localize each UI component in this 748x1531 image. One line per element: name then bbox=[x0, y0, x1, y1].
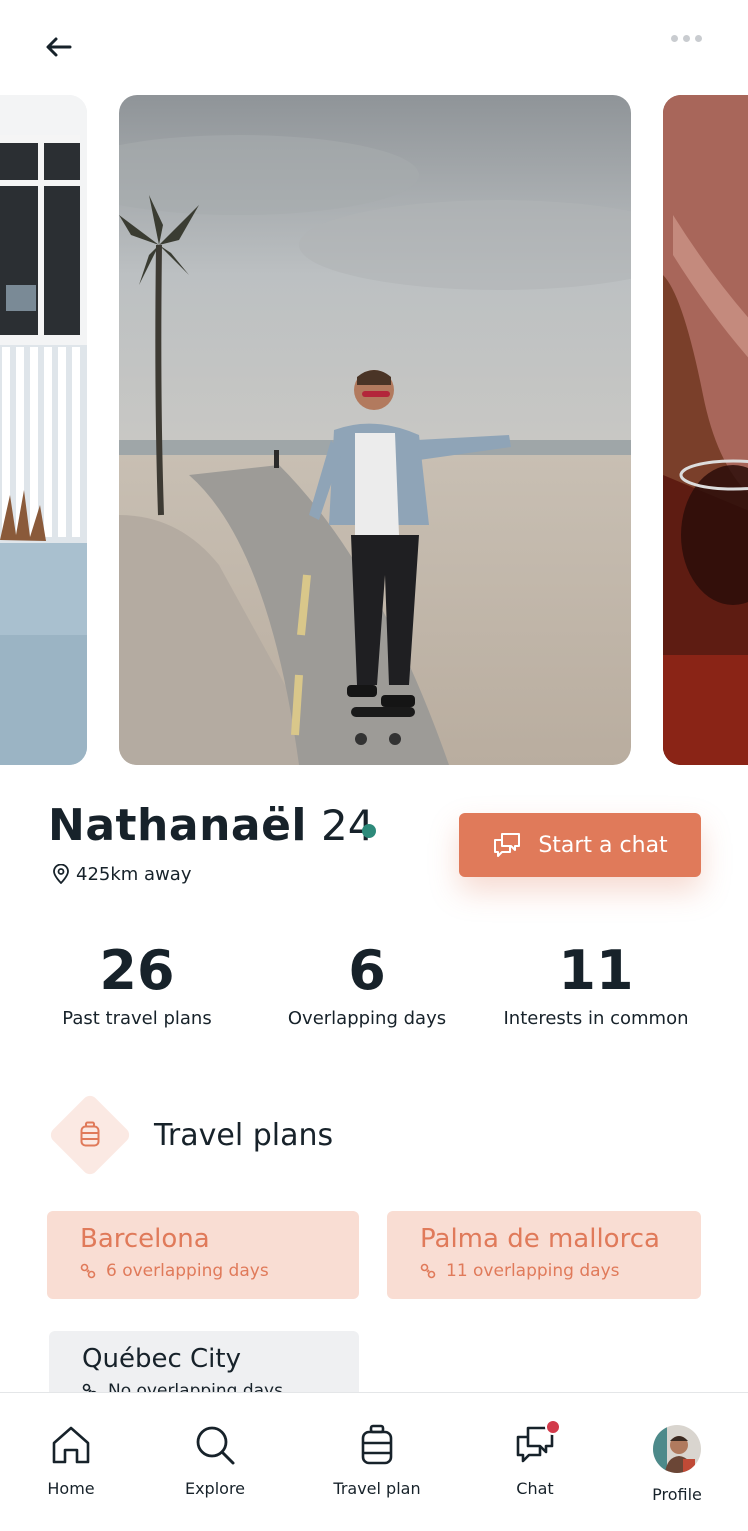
online-status-indicator bbox=[362, 824, 376, 838]
plan-days-text: 11 overlapping days bbox=[446, 1261, 620, 1281]
photo-carousel[interactable] bbox=[0, 95, 748, 765]
plan-city: Palma de mallorca bbox=[420, 1224, 660, 1254]
previous-photo[interactable] bbox=[0, 95, 87, 765]
profile-name: Nathanaël bbox=[48, 800, 308, 851]
luggage-icon bbox=[80, 1121, 100, 1147]
search-icon bbox=[193, 1423, 237, 1467]
more-options-button[interactable] bbox=[666, 30, 706, 46]
stat-value: 11 bbox=[558, 939, 634, 1002]
plan-overlap: 11 overlapping days bbox=[420, 1261, 668, 1281]
nav-item-profile[interactable]: Profile bbox=[617, 1425, 737, 1504]
stat-label: Past travel plans bbox=[62, 1008, 212, 1029]
plan-city: Barcelona bbox=[80, 1224, 210, 1254]
overlap-percent-icon bbox=[80, 1263, 96, 1279]
section-title: Travel plans bbox=[154, 1117, 334, 1153]
stat-overlapping-days: 6 Overlapping days bbox=[252, 938, 482, 1029]
luggage-icon bbox=[355, 1423, 399, 1467]
plan-overlap: 6 overlapping days bbox=[80, 1261, 326, 1281]
chat-bubbles-icon bbox=[494, 833, 521, 857]
back-button[interactable] bbox=[44, 33, 76, 61]
stat-past-travel-plans: 26 Past travel plans bbox=[22, 938, 252, 1029]
plan-days-text: 6 overlapping days bbox=[106, 1261, 269, 1281]
home-icon bbox=[49, 1423, 93, 1467]
stat-label: Interests in common bbox=[503, 1008, 689, 1029]
nav-label: Travel plan bbox=[333, 1479, 421, 1498]
nav-item-explore[interactable]: Explore bbox=[155, 1423, 275, 1498]
stat-label: Overlapping days bbox=[287, 1008, 447, 1029]
distance-text: 425km away bbox=[76, 863, 192, 885]
travel-plans-header: Travel plans bbox=[47, 1092, 334, 1178]
next-photo[interactable] bbox=[663, 95, 748, 765]
nav-item-home[interactable]: Home bbox=[11, 1423, 131, 1498]
nav-item-chat[interactable]: Chat bbox=[475, 1419, 595, 1498]
avatar bbox=[653, 1425, 701, 1473]
top-bar bbox=[0, 0, 748, 95]
arrow-left-icon bbox=[46, 37, 72, 57]
nav-label: Chat bbox=[516, 1479, 554, 1498]
distance-info: 425km away bbox=[52, 862, 191, 886]
chat-icon bbox=[513, 1419, 561, 1467]
location-pin-icon bbox=[53, 864, 69, 884]
bottom-navigation: Home Explore Travel plan Chat Profile bbox=[0, 1392, 748, 1531]
more-dot-icon bbox=[670, 34, 678, 42]
plan-city: Québec City bbox=[82, 1344, 241, 1374]
nav-item-travel-plan[interactable]: Travel plan bbox=[317, 1423, 437, 1498]
more-dot-icon bbox=[682, 34, 690, 42]
profile-name-row: Nathanaël 24 bbox=[48, 800, 374, 856]
nav-label: Profile bbox=[652, 1485, 702, 1504]
stat-interests-in-common: 11 Interests in common bbox=[481, 938, 711, 1029]
overlap-percent-icon bbox=[420, 1263, 436, 1279]
more-dot-icon bbox=[694, 34, 702, 42]
profile-photo[interactable] bbox=[119, 95, 631, 765]
stat-value: 26 bbox=[99, 939, 175, 1002]
stat-value: 6 bbox=[348, 939, 386, 1002]
travel-plan-card[interactable]: Barcelona 6 overlapping days bbox=[47, 1211, 359, 1299]
notification-badge bbox=[545, 1419, 561, 1435]
nav-label: Home bbox=[47, 1479, 95, 1498]
section-icon-badge bbox=[47, 1092, 133, 1178]
travel-plan-card[interactable]: Palma de mallorca 11 overlapping days bbox=[387, 1211, 701, 1299]
start-chat-button[interactable]: Start a chat bbox=[459, 813, 701, 877]
start-chat-label: Start a chat bbox=[538, 832, 668, 858]
nav-label: Explore bbox=[184, 1479, 246, 1498]
